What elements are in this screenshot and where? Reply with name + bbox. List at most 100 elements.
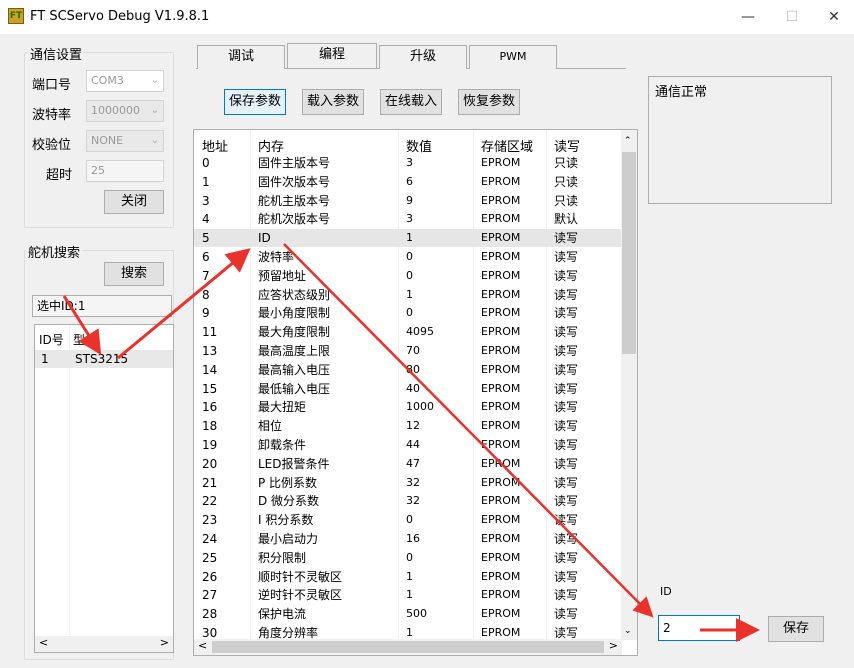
table-row[interactable]: 25 积分限制 0 EPROM 读写	[194, 549, 622, 567]
cell-value: 12	[406, 419, 420, 433]
restore-params-button[interactable]: 恢复参数	[458, 89, 520, 115]
cell-address: 16	[202, 400, 218, 415]
table-row[interactable]: 9 最小角度限制 0 EPROM 读写	[194, 304, 622, 322]
port-select[interactable]: COM3 ⌄	[86, 70, 164, 92]
cell-rw: 读写	[554, 344, 579, 358]
table-row[interactable]: 0 固件主版本号 3 EPROM 只读	[194, 154, 622, 172]
tab-program[interactable]: 编程	[287, 43, 377, 69]
scroll-left-icon[interactable]: <	[198, 639, 207, 652]
table-row[interactable]: 24 最小启动力 16 EPROM 读写	[194, 530, 622, 548]
status-panel: 通信正常	[648, 76, 832, 204]
cell-value: 80	[406, 362, 420, 376]
table-row[interactable]: 6 波特率 0 EPROM 读写	[194, 248, 622, 266]
table-row[interactable]: 13 最高温度上限 70 EPROM 读写	[194, 342, 622, 360]
cell-storage: EPROM	[481, 550, 521, 564]
close-button[interactable]: ✕	[814, 4, 854, 30]
cell-value: 0	[406, 268, 413, 282]
cell-rw: 只读	[554, 156, 579, 170]
table-vscroll[interactable]: ⌃ ⌄	[621, 130, 637, 640]
scroll-down-icon[interactable]: ⌄	[624, 626, 632, 636]
online-load-button[interactable]: 在线载入	[380, 89, 442, 115]
table-row[interactable]: 8 应答状态级别 1 EPROM 读写	[194, 286, 622, 304]
save-button[interactable]: 保存	[768, 616, 824, 642]
edit-id-input[interactable]: 2	[658, 615, 740, 641]
table-hscroll[interactable]: < >	[194, 639, 622, 655]
cell-storage: EPROM	[481, 156, 521, 169]
cell-storage: EPROM	[481, 381, 521, 395]
scroll-thumb[interactable]	[212, 641, 604, 653]
cell-address: 11	[202, 325, 218, 340]
tab-upgrade[interactable]: 升级	[379, 45, 467, 69]
table-row[interactable]: 1 固件次版本号 6 EPROM 只读	[194, 173, 622, 191]
cell-storage: EPROM	[481, 513, 521, 527]
scroll-up-icon[interactable]: ⌃	[624, 136, 632, 146]
table-row[interactable]: 7 预留地址 0 EPROM 读写	[194, 267, 622, 285]
table-row[interactable]: 18 相位 12 EPROM 读写	[194, 417, 622, 435]
scroll-right-icon[interactable]: >	[609, 639, 618, 652]
cell-storage: EPROM	[481, 494, 521, 508]
memory-table[interactable]: 地址 内存 数值 存储区域 读写 0 固件主版本号 3 EPROM 只读 1 固件次版本号 6…	[193, 129, 638, 656]
cell-storage: EPROM	[481, 268, 521, 282]
table-row[interactable]: 27 逆时针不灵敏区 1 EPROM 读写	[194, 586, 622, 604]
cell-value: 0	[406, 513, 413, 527]
minimize-button[interactable]: —	[728, 4, 768, 30]
timeout-input[interactable]: 25	[86, 160, 164, 182]
cell-rw: 读写	[554, 494, 579, 509]
tab-debug[interactable]: 调试	[197, 45, 285, 69]
cell-value: 3	[406, 212, 413, 226]
scroll-thumb[interactable]	[622, 152, 636, 354]
baud-select[interactable]: 1000000 ⌄	[86, 100, 164, 122]
table-row[interactable]: 11 最大角度限制 4095 EPROM 读写	[194, 323, 622, 341]
cell-address: 5	[202, 231, 210, 246]
cell-memory: ID	[258, 231, 271, 246]
cell-value: 40	[406, 381, 420, 395]
table-row[interactable]: 5 ID 1 EPROM 读写	[194, 229, 622, 248]
cell-storage: EPROM	[481, 588, 521, 602]
cell-rw: 读写	[554, 438, 579, 452]
cell-rw: 读写	[554, 250, 579, 264]
cell-value: 9	[406, 193, 413, 207]
cell-memory: 固件次版本号	[258, 174, 331, 189]
cell-storage: EPROM	[481, 456, 521, 470]
list-item[interactable]: 1 STS3215	[35, 350, 173, 368]
table-row[interactable]: 3 舵机主版本号 9 EPROM 只读	[194, 192, 622, 210]
tab-pwm[interactable]: PWM	[469, 45, 557, 69]
table-row[interactable]: 23 I 积分系数 0 EPROM 读写	[194, 511, 622, 529]
scroll-right-icon[interactable]: >	[160, 636, 169, 649]
cell-memory: 积分限制	[258, 550, 307, 565]
search-button[interactable]: 搜索	[104, 262, 164, 286]
cell-rw: 读写	[554, 268, 579, 283]
table-row[interactable]: 15 最低输入电压 40 EPROM 读写	[194, 380, 622, 398]
table-row[interactable]: 4 舵机次版本号 3 EPROM 默认	[194, 210, 622, 228]
table-row[interactable]: 26 顺时针不灵敏区 1 EPROM 读写	[194, 568, 622, 586]
cell-value: 70	[406, 344, 420, 357]
table-row[interactable]: 22 D 微分系数 32 EPROM 读写	[194, 492, 622, 510]
load-params-button[interactable]: 载入参数	[302, 89, 364, 115]
chevron-down-icon: ⌄	[150, 75, 159, 86]
maximize-button[interactable]: ☐	[772, 4, 812, 30]
close-port-button[interactable]: 关闭	[104, 190, 164, 214]
cell-memory: 卸载条件	[258, 438, 307, 452]
table-row[interactable]: 28 保护电流 500 EPROM 读写	[194, 605, 622, 623]
scroll-left-icon[interactable]: <	[39, 636, 48, 649]
cell-storage: EPROM	[481, 174, 521, 188]
save-params-button[interactable]: 保存参数	[224, 89, 286, 115]
cell-memory: 最小角度限制	[258, 306, 331, 321]
table-row[interactable]: 21 P 比例系数 32 EPROM 读写	[194, 474, 622, 492]
cell-rw: 读写	[554, 456, 579, 471]
cell-storage: EPROM	[481, 569, 521, 583]
cell-storage: EPROM	[481, 212, 521, 226]
table-row[interactable]: 16 最大扭矩 1000 EPROM 读写	[194, 398, 622, 416]
parity-select[interactable]: NONE ⌄	[86, 130, 164, 152]
cell-value: 6	[406, 174, 413, 188]
table-row[interactable]: 14 最高输入电压 80 EPROM 读写	[194, 361, 622, 379]
cell-address: 28	[202, 607, 218, 622]
baud-value: 1000000	[91, 104, 140, 117]
cell-address: 23	[202, 513, 218, 528]
servo-list-hscroll[interactable]: < >	[35, 636, 173, 652]
table-row[interactable]: 20 LED报警条件 47 EPROM 读写	[194, 455, 622, 473]
cell-memory: 顺时针不灵敏区	[258, 569, 343, 584]
servo-list[interactable]: ID号 型号 1 STS3215 < >	[34, 324, 174, 653]
selected-id-box: 选中ID:1	[32, 295, 172, 317]
table-row[interactable]: 19 卸载条件 44 EPROM 读写	[194, 436, 622, 454]
